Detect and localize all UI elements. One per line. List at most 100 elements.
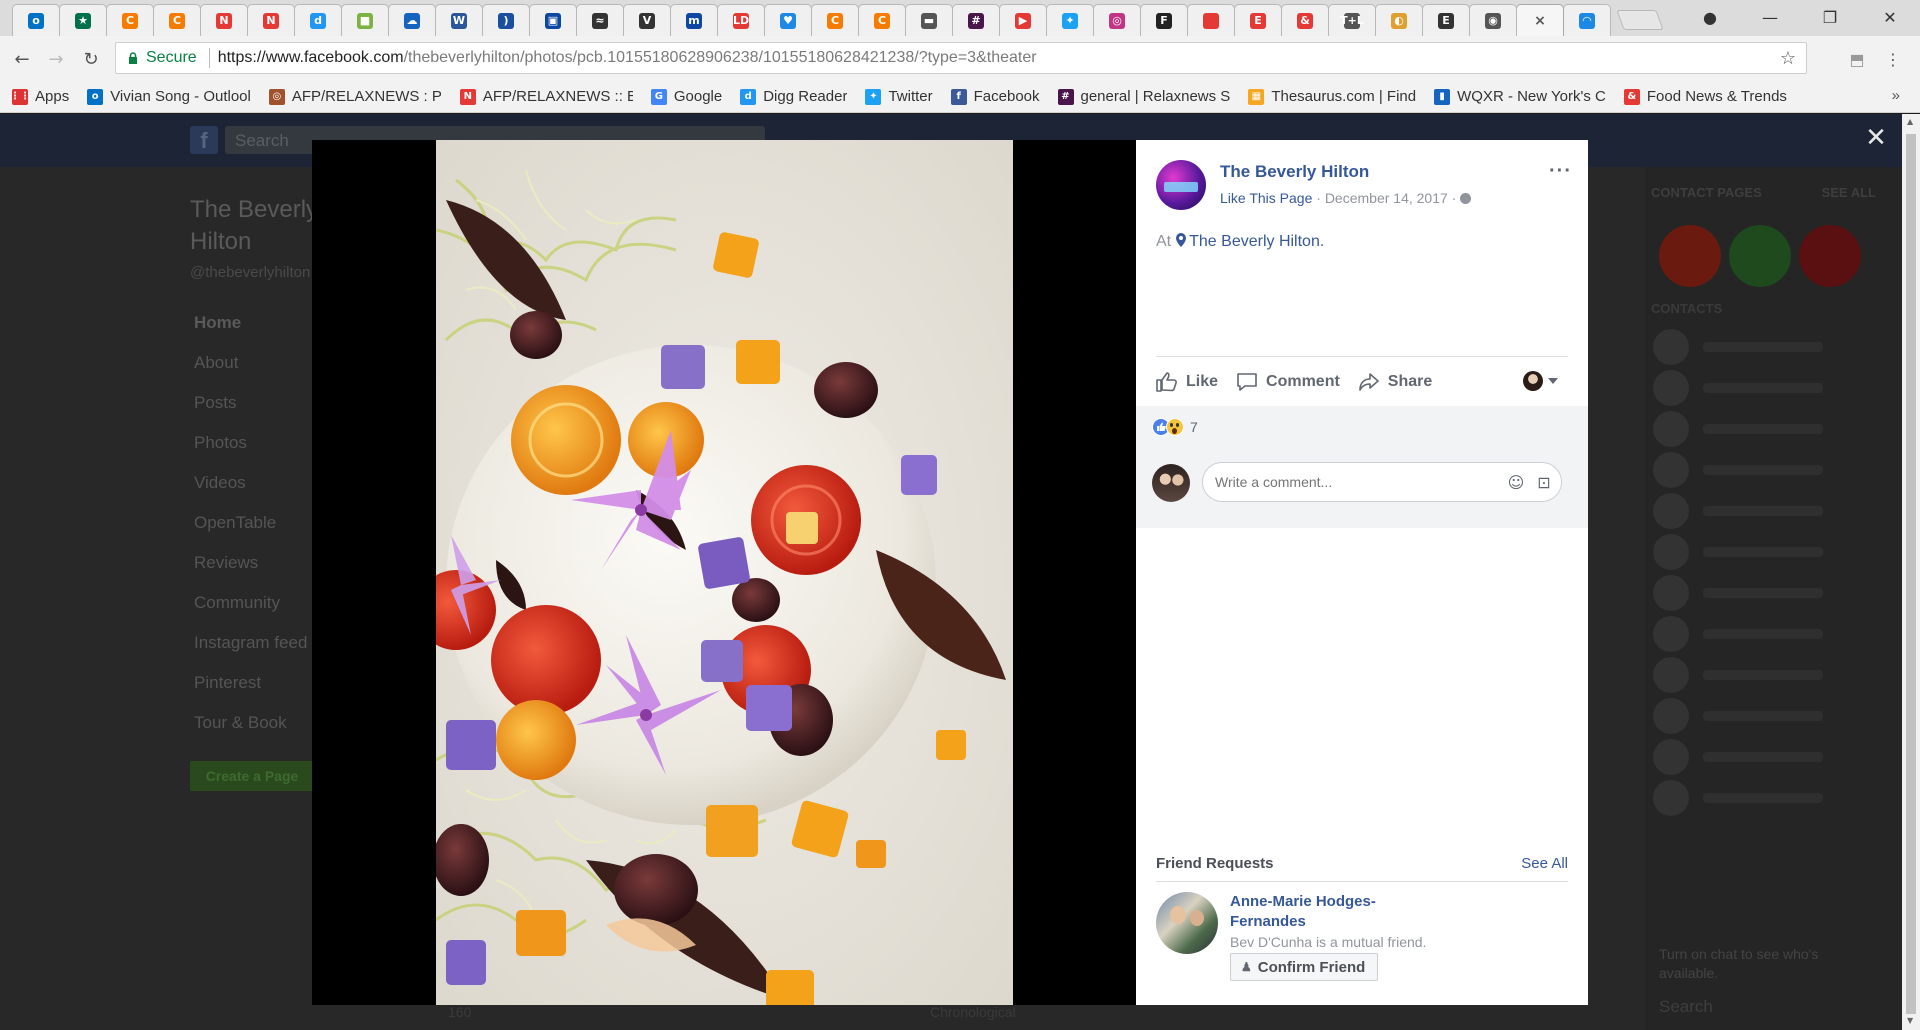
bookmark-item[interactable]: N AFP/RELAXNEWS :: B <box>459 88 633 105</box>
bookmark-item[interactable]: ▦ Thesaurus.com | Find <box>1248 88 1416 105</box>
comment-composer: ☺ ⊡ <box>1152 462 1572 506</box>
browser-tab[interactable]: N <box>247 4 295 36</box>
bookmark-item[interactable]: d Digg Reader <box>740 88 847 105</box>
browser-tab[interactable]: ★ <box>59 4 107 36</box>
scroll-up-icon[interactable]: ▲ <box>1907 117 1913 126</box>
page-name-link[interactable]: The Beverly Hilton <box>1220 162 1369 182</box>
browser-tab[interactable]: N <box>200 4 248 36</box>
bookmark-item[interactable]: ◎ AFP/RELAXNEWS : Pr <box>268 88 442 105</box>
friend-request-avatar[interactable] <box>1156 892 1218 954</box>
browser-tab[interactable]: C <box>858 4 906 36</box>
create-page-button: Create a Page <box>190 761 314 791</box>
browser-tab[interactable]: o <box>12 4 60 36</box>
bookmark-item[interactable]: ⋮⋮ Apps <box>10 88 69 105</box>
contact-row <box>1653 409 1873 449</box>
forward-button[interactable]: → <box>43 46 69 72</box>
food-photo[interactable] <box>436 140 1013 1005</box>
bookmark-item[interactable]: f Facebook <box>950 88 1040 105</box>
bookmark-label: AFP/RELAXNEWS :: B <box>482 88 633 105</box>
digg-icon: d <box>310 12 326 29</box>
browser-tab[interactable]: ■ <box>341 4 389 36</box>
browser-tab[interactable] <box>1187 4 1235 36</box>
profile-icon[interactable]: ● <box>1683 0 1737 34</box>
bookmark-item[interactable]: ▮ WQXR - New York's C <box>1434 88 1606 105</box>
close-icon[interactable]: × <box>1532 13 1548 29</box>
browser-tab[interactable]: ◐ <box>1375 4 1423 36</box>
onedrive-icon: ☁ <box>404 12 420 29</box>
scroll-down-icon[interactable]: ▼ <box>1907 1016 1913 1025</box>
confirm-friend-button[interactable]: ♟ Confirm Friend <box>1230 953 1379 981</box>
bookmark-item[interactable]: o Vivian Song - Outlool <box>87 88 251 105</box>
browser-tab[interactable]: d <box>294 4 342 36</box>
bookmark-item[interactable]: # general | Relaxnews S <box>1057 88 1230 105</box>
browser-tab[interactable]: C <box>106 4 154 36</box>
loading-icon: ◠ <box>1579 12 1595 29</box>
bookmark-item[interactable]: G Google <box>650 88 722 105</box>
browser-tab[interactable]: ≈ <box>576 4 624 36</box>
reload-button[interactable]: ↻ <box>78 46 104 72</box>
extension-icon[interactable]: ⬒ <box>1846 48 1868 70</box>
new-tab-button[interactable] <box>1616 10 1664 30</box>
bookmark-item[interactable]: & Food News & Trends <box>1623 88 1787 105</box>
share-button[interactable]: Share <box>1358 372 1432 392</box>
contact-row <box>1653 614 1873 654</box>
sticker-icon[interactable]: ⊡ <box>1534 472 1554 492</box>
browser-tab[interactable]: ☁ <box>388 4 436 36</box>
location-link[interactable]: The Beverly Hilton. <box>1189 233 1324 250</box>
window-close-button[interactable]: ✕ <box>1863 0 1917 34</box>
browser-tab[interactable]: C <box>811 4 859 36</box>
browser-tab[interactable]: ▣ <box>529 4 577 36</box>
browser-tab[interactable]: E <box>1234 4 1282 36</box>
page-avatar[interactable] <box>1156 160 1206 210</box>
browser-tab[interactable]: ▶ <box>999 4 1047 36</box>
browser-tab[interactable]: C <box>153 4 201 36</box>
browser-tab[interactable]: T+L <box>1328 4 1376 36</box>
browser-tab[interactable]: ◠ <box>1563 4 1611 36</box>
browser-tab[interactable]: LD <box>717 4 765 36</box>
bookmark-star-icon[interactable]: ☆ <box>1780 48 1796 69</box>
minimize-button[interactable]: — <box>1743 0 1797 34</box>
facebook-logo-icon: f <box>190 126 218 154</box>
browser-tab[interactable]: ▬ <box>905 4 953 36</box>
bookmarks-more-button[interactable]: » <box>1892 87 1900 104</box>
address-bar[interactable]: Secure https://www.facebook.com/thebever… <box>115 42 1807 74</box>
bookmark-item[interactable]: ✦ Twitter <box>865 88 933 105</box>
contact-pages-label: CONTACT PAGES <box>1651 185 1762 200</box>
post-location-line: At The Beverly Hilton. <box>1156 233 1324 251</box>
scrollbar-thumb[interactable] <box>1906 134 1916 1014</box>
restore-button[interactable]: ❐ <box>1803 0 1857 34</box>
like-this-page-link[interactable]: Like This Page <box>1220 190 1312 206</box>
post-as-selector[interactable] <box>1523 371 1558 391</box>
friend-request-name[interactable]: Anne-Marie Hodges-Fernandes <box>1230 892 1420 932</box>
browser-tab[interactable]: & <box>1281 4 1329 36</box>
like-button[interactable]: Like <box>1156 371 1218 392</box>
contact-name-placeholder <box>1703 383 1823 393</box>
fb-nav-item: Pinterest <box>194 673 262 692</box>
browser-tab[interactable]: V <box>623 4 671 36</box>
browser-tab[interactable]: F <box>1140 4 1188 36</box>
comment-button[interactable]: Comment <box>1236 372 1340 392</box>
browser-tab[interactable]: W <box>435 4 483 36</box>
more-options-icon[interactable]: ··· <box>1549 160 1572 183</box>
fb-nav-item: Posts <box>194 393 237 412</box>
back-button[interactable]: ← <box>9 46 35 72</box>
ld-icon: LD <box>732 12 750 29</box>
browser-tab[interactable]: E <box>1422 4 1470 36</box>
theater-close-icon[interactable]: ✕ <box>1862 123 1890 153</box>
friend-requests-see-all[interactable]: See All <box>1521 855 1568 872</box>
reaction-summary[interactable]: 7 <box>1152 418 1198 436</box>
emoji-icon[interactable]: ☺ <box>1506 472 1526 492</box>
browser-tab[interactable]: ♥ <box>764 4 812 36</box>
browser-tab[interactable]: # <box>952 4 1000 36</box>
browser-tab[interactable]: ◎ <box>1093 4 1141 36</box>
browser-tab[interactable]: ✦ <box>1046 4 1094 36</box>
menu-icon[interactable]: ⋮ <box>1882 48 1904 70</box>
browser-tab[interactable]: × <box>1516 4 1564 36</box>
browser-tab[interactable]: m <box>670 4 718 36</box>
browser-tab[interactable]: ) <box>482 4 530 36</box>
fb-page-handle: @thebeverlyhilton <box>190 264 311 281</box>
post-date[interactable]: December 14, 2017 <box>1325 190 1448 206</box>
page-scrollbar[interactable]: ▲ ▼ <box>1902 114 1920 1030</box>
browser-tab[interactable]: ◉ <box>1469 4 1517 36</box>
contact-row <box>1653 696 1873 736</box>
